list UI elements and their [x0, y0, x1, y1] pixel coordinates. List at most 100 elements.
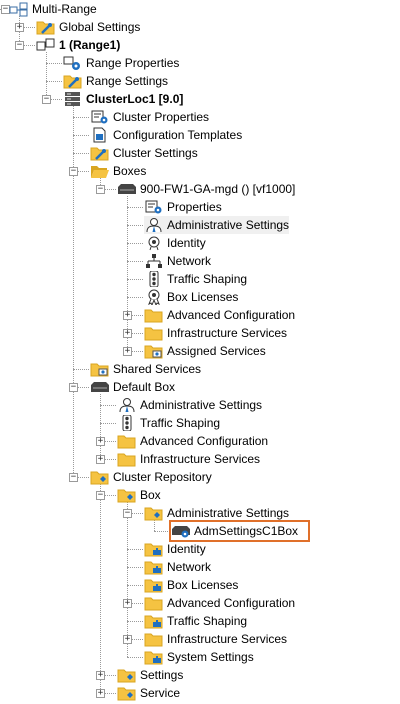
tree-item-cluster-settings[interactable]: Cluster Settings: [90, 144, 198, 162]
tree-item-repository-administrative-settings[interactable]: Administrative Settings: [144, 504, 289, 522]
tree-item-repository-settings[interactable]: Settings: [117, 666, 183, 684]
folder-puzzle-icon: [144, 649, 164, 665]
collapse-icon[interactable]: −: [96, 491, 105, 500]
expand-icon[interactable]: +: [15, 23, 24, 32]
tree-item-label: Administrative Settings: [167, 506, 290, 520]
folder-settings-icon: [63, 73, 83, 89]
tree-item-repository-traffic-shaping[interactable]: Traffic Shaping: [144, 612, 247, 630]
tree-item-range-settings[interactable]: Range Settings: [63, 72, 168, 90]
expand-icon[interactable]: +: [96, 689, 105, 698]
tree-item-label: Identity: [167, 542, 206, 556]
folder-puzzle-icon: [144, 559, 164, 575]
tree-item-configuration-templates[interactable]: Configuration Templates: [90, 126, 242, 144]
collapse-icon[interactable]: −: [42, 95, 51, 104]
tree-item-label: Service: [140, 686, 181, 700]
tree-item-adm-settings-c1box[interactable]: AdmSettingsC1Box: [168, 520, 311, 542]
folder-icon: [117, 433, 137, 449]
tree-item-default-box-advanced-configuration[interactable]: Advanced Configuration: [117, 432, 268, 450]
range-icon: [36, 37, 56, 53]
tree-item-label: Cluster Properties: [113, 110, 210, 124]
tree-item-label: Network: [167, 560, 212, 574]
tree-item-label: Configuration Templates: [113, 128, 243, 142]
collapse-icon[interactable]: −: [69, 167, 78, 176]
identity-icon: [144, 235, 164, 251]
expand-icon[interactable]: +: [123, 329, 132, 338]
tree-item-label: Range Settings: [86, 74, 169, 88]
tree-item-repository-box-licenses[interactable]: Box Licenses: [144, 576, 238, 594]
folder-icon: [144, 631, 164, 647]
folder-services-icon: [144, 343, 164, 359]
tree-item-box-advanced-configuration[interactable]: Advanced Configuration: [144, 306, 295, 324]
expand-icon[interactable]: +: [96, 455, 105, 464]
tree-item-box-licenses[interactable]: Box Licenses: [144, 288, 239, 307]
tree-item-label: Cluster Settings: [113, 146, 198, 160]
tree-item-default-box[interactable]: Default Box: [90, 378, 175, 396]
tree-item-repository-network[interactable]: Network: [144, 558, 211, 576]
tree-item-label: Infrastructure Services: [167, 632, 288, 646]
tree-item-box-infrastructure-services[interactable]: Infrastructure Services: [144, 324, 287, 342]
tree-item-repository-box[interactable]: Box: [117, 486, 161, 504]
tree-item-global-settings[interactable]: Global Settings: [36, 18, 140, 36]
tree-item-repository-infrastructure-services[interactable]: Infrastructure Services: [144, 630, 287, 648]
firewall-box-icon: [117, 181, 137, 197]
folder-puzzle-icon: [144, 577, 164, 593]
traffic-light-icon: [117, 414, 137, 432]
tree-item-default-box-traffic-shaping[interactable]: Traffic Shaping: [117, 414, 220, 432]
tree-item-label: Traffic Shaping: [167, 614, 248, 628]
tree-item-label: Assigned Services: [167, 344, 266, 358]
tree-item-box-administrative-settings[interactable]: Administrative Settings: [144, 216, 290, 234]
tree-item-label: Infrastructure Services: [167, 326, 288, 340]
tree-item-label: Properties: [167, 200, 222, 214]
tree-item-cluster-repository[interactable]: Cluster Repository: [90, 468, 212, 486]
tree-item-label: Cluster Repository: [113, 470, 212, 484]
folder-icon: [144, 307, 164, 323]
collapse-icon[interactable]: −: [69, 473, 78, 482]
expand-icon[interactable]: +: [96, 437, 105, 446]
collapse-icon[interactable]: −: [15, 41, 24, 50]
tree-item-range1[interactable]: 1 (Range1): [36, 36, 120, 54]
range-properties-icon: [63, 55, 83, 71]
cluster-icon: [63, 91, 83, 107]
tree-item-label: Advanced Configuration: [167, 308, 296, 322]
tree-item-label: Box Licenses: [167, 578, 239, 592]
tree-item-box-900-fw1[interactable]: 900-FW1-GA-mgd () [vf1000]: [117, 180, 295, 198]
tree-item-range-properties[interactable]: Range Properties: [63, 54, 179, 72]
tree-item-box-assigned-services[interactable]: Assigned Services: [144, 342, 266, 360]
folder-services-icon: [90, 361, 110, 377]
collapse-icon[interactable]: −: [96, 185, 105, 194]
tree-item-repository-identity[interactable]: Identity: [144, 540, 206, 558]
navigation-tree: − Multi-Range + Global Settings − 1 (Range1) R…: [0, 0, 400, 702]
tree-item-label: Box Licenses: [167, 290, 239, 304]
tree-item-box-traffic-shaping[interactable]: Traffic Shaping: [144, 270, 247, 288]
folder-repository-icon: [144, 505, 164, 521]
tree-item-label: Administrative Settings: [167, 218, 290, 232]
tree-item-default-box-infrastructure-services[interactable]: Infrastructure Services: [117, 450, 260, 468]
tree-item-repository-advanced-configuration[interactable]: Advanced Configuration: [144, 594, 295, 612]
tree-item-boxes[interactable]: Boxes: [90, 162, 146, 180]
tree-item-cluster-properties[interactable]: Cluster Properties: [90, 108, 209, 126]
tree-item-box-properties[interactable]: Properties: [144, 198, 222, 216]
properties-icon: [144, 199, 164, 215]
tree-item-label: Multi-Range: [32, 2, 97, 16]
expand-icon[interactable]: +: [96, 671, 105, 680]
tree-item-cluster-loc1[interactable]: ClusterLoc1 [9.0]: [63, 90, 183, 108]
tree-item-repository-system-settings[interactable]: System Settings: [144, 648, 254, 666]
tree-item-label: 900-FW1-GA-mgd () [vf1000]: [140, 182, 296, 196]
tree-item-default-box-administrative-settings[interactable]: Administrative Settings: [117, 396, 262, 414]
tree-item-label: Administrative Settings: [140, 398, 263, 412]
tree-item-multi-range[interactable]: Multi-Range: [9, 0, 97, 18]
tree-item-label: Network: [167, 254, 212, 268]
templates-icon: [90, 127, 110, 143]
expand-icon[interactable]: +: [123, 311, 132, 320]
tree-item-box-identity[interactable]: Identity: [144, 234, 206, 252]
folder-puzzle-icon: [144, 613, 164, 629]
expand-icon[interactable]: +: [123, 347, 132, 356]
tree-item-shared-services[interactable]: Shared Services: [90, 360, 201, 378]
tree-item-label: System Settings: [167, 650, 254, 664]
expand-icon[interactable]: +: [123, 635, 132, 644]
collapse-icon[interactable]: −: [69, 383, 78, 392]
collapse-icon[interactable]: −: [123, 509, 132, 518]
tree-item-repository-service[interactable]: Service: [117, 684, 180, 702]
expand-icon[interactable]: +: [123, 599, 132, 608]
tree-item-box-network[interactable]: Network: [144, 252, 211, 270]
